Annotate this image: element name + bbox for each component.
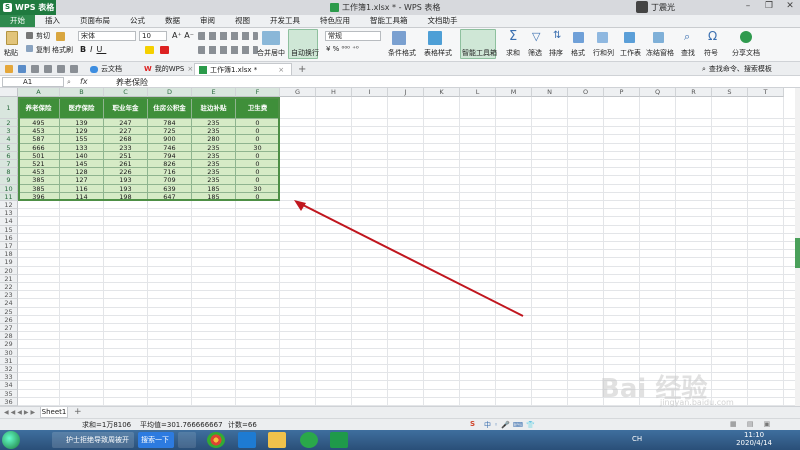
- wps-spreadsheet-window: S WPS 表格 工作簿1.xlsx * - WPS 表格 丁震光 – ❐ ✕ …: [0, 0, 800, 450]
- arrow-head-icon: [294, 200, 306, 211]
- annotation-arrow: [294, 200, 524, 317]
- arrow-line: [298, 202, 524, 317]
